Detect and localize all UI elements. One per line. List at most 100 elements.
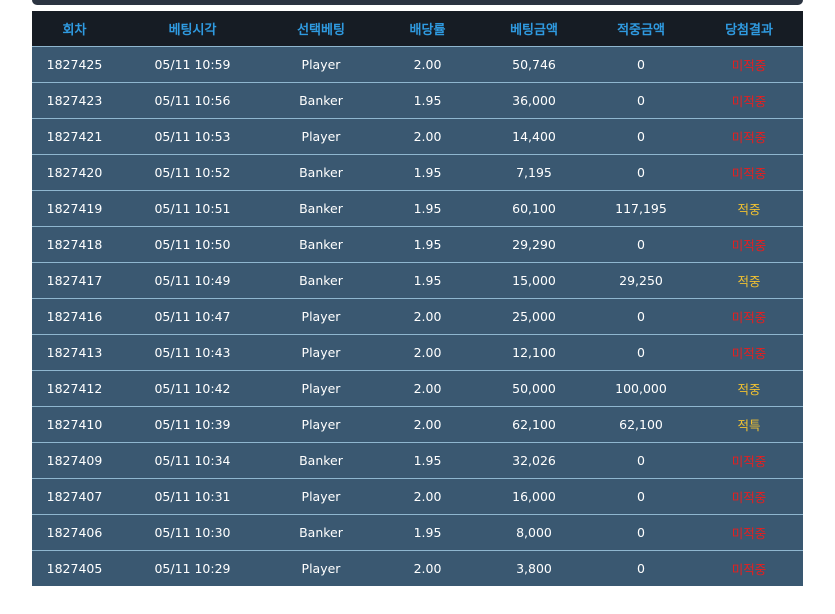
cell-round: 1827416 bbox=[46, 308, 103, 324]
cell-odds: 1.95 bbox=[413, 452, 442, 468]
cell-odds: 2.00 bbox=[413, 488, 442, 504]
table-row: 1827406 05/11 10:30 Banker 1.95 8,000 0 미적중 bbox=[32, 514, 803, 550]
cell-result: 미적중 bbox=[731, 237, 767, 253]
cell-bet-pick: Player bbox=[301, 56, 341, 72]
cell-odds: 2.00 bbox=[413, 344, 442, 360]
cell-result: 미적중 bbox=[731, 489, 767, 505]
header-row: 회차 베팅시각 선택베팅 배당률 베팅금액 적중금액 당첨결과 bbox=[32, 11, 803, 46]
cell-result: 미적중 bbox=[731, 309, 767, 325]
cell-win-amount: 0 bbox=[637, 560, 645, 576]
cell-result: 적중 bbox=[737, 273, 761, 289]
cell-bet-amount: 62,100 bbox=[512, 416, 556, 432]
cell-bet-pick: Banker bbox=[299, 524, 343, 540]
panel-top-border bbox=[32, 0, 803, 5]
cell-win-amount: 100,000 bbox=[615, 380, 667, 396]
cell-odds: 1.95 bbox=[413, 164, 442, 180]
cell-win-amount: 0 bbox=[637, 488, 645, 504]
cell-odds: 2.00 bbox=[413, 560, 442, 576]
cell-win-amount: 0 bbox=[637, 344, 645, 360]
table-row: 1827425 05/11 10:59 Player 2.00 50,746 0 미적중 bbox=[32, 46, 803, 82]
cell-bet-time: 05/11 10:39 bbox=[154, 416, 231, 432]
cell-round: 1827418 bbox=[46, 236, 103, 252]
table-row: 1827423 05/11 10:56 Banker 1.95 36,000 0 미적중 bbox=[32, 82, 803, 118]
cell-result: 미적중 bbox=[731, 561, 767, 577]
cell-win-amount: 0 bbox=[637, 128, 645, 144]
header-bet-amount: 베팅금액 bbox=[510, 22, 558, 38]
table-row: 1827412 05/11 10:42 Player 2.00 50,000 100,00… bbox=[32, 370, 803, 406]
cell-bet-amount: 50,746 bbox=[512, 56, 556, 72]
cell-odds: 2.00 bbox=[413, 380, 442, 396]
cell-bet-pick: Banker bbox=[299, 452, 343, 468]
header-win-amount: 적중금액 bbox=[617, 22, 665, 38]
cell-win-amount: 62,100 bbox=[619, 416, 663, 432]
cell-win-amount: 0 bbox=[637, 56, 645, 72]
cell-result: 미적중 bbox=[731, 57, 767, 73]
cell-odds: 1.95 bbox=[413, 92, 442, 108]
cell-round: 1827410 bbox=[46, 416, 103, 432]
cell-result: 적중 bbox=[737, 201, 761, 217]
cell-odds: 2.00 bbox=[413, 128, 442, 144]
cell-result: 미적중 bbox=[731, 453, 767, 469]
cell-bet-amount: 60,100 bbox=[512, 200, 556, 216]
cell-result: 미적중 bbox=[731, 345, 767, 361]
cell-bet-pick: Player bbox=[301, 488, 341, 504]
cell-bet-time: 05/11 10:53 bbox=[154, 128, 231, 144]
cell-bet-time: 05/11 10:50 bbox=[154, 236, 231, 252]
cell-bet-amount: 29,290 bbox=[512, 236, 556, 252]
cell-round: 1827406 bbox=[46, 524, 103, 540]
cell-bet-pick: Banker bbox=[299, 164, 343, 180]
cell-result: 미적중 bbox=[731, 129, 767, 145]
cell-bet-time: 05/11 10:49 bbox=[154, 272, 231, 288]
cell-result: 적중 bbox=[737, 381, 761, 397]
cell-round: 1827407 bbox=[46, 488, 103, 504]
cell-round: 1827412 bbox=[46, 380, 103, 396]
cell-bet-time: 05/11 10:52 bbox=[154, 164, 231, 180]
cell-bet-pick: Player bbox=[301, 416, 341, 432]
cell-odds: 1.95 bbox=[413, 200, 442, 216]
betting-history-panel: 회차 베팅시각 선택베팅 배당률 베팅금액 적중금액 당첨결과 1827425 0… bbox=[32, 0, 803, 614]
cell-odds: 1.95 bbox=[413, 524, 442, 540]
table-row: 1827419 05/11 10:51 Banker 1.95 60,100 117,19… bbox=[32, 190, 803, 226]
cell-win-amount: 0 bbox=[637, 92, 645, 108]
cell-bet-time: 05/11 10:56 bbox=[154, 92, 231, 108]
cell-win-amount: 0 bbox=[637, 236, 645, 252]
cell-round: 1827417 bbox=[46, 272, 103, 288]
cell-bet-amount: 12,100 bbox=[512, 344, 556, 360]
cell-bet-amount: 32,026 bbox=[512, 452, 556, 468]
cell-bet-pick: Banker bbox=[299, 236, 343, 252]
cell-win-amount: 0 bbox=[637, 452, 645, 468]
table-row: 1827410 05/11 10:39 Player 2.00 62,100 62,100… bbox=[32, 406, 803, 442]
cell-bet-time: 05/11 10:59 bbox=[154, 56, 231, 72]
cell-bet-pick: Banker bbox=[299, 200, 343, 216]
cell-round: 1827419 bbox=[46, 200, 103, 216]
cell-round: 1827420 bbox=[46, 164, 103, 180]
cell-win-amount: 29,250 bbox=[619, 272, 663, 288]
cell-bet-amount: 16,000 bbox=[512, 488, 556, 504]
table-header: 회차 베팅시각 선택베팅 배당률 베팅금액 적중금액 당첨결과 bbox=[32, 11, 803, 46]
cell-bet-pick: Player bbox=[301, 308, 341, 324]
table-row: 1827418 05/11 10:50 Banker 1.95 29,290 0 미적중 bbox=[32, 226, 803, 262]
table-row: 1827417 05/11 10:49 Banker 1.95 15,000 29,250… bbox=[32, 262, 803, 298]
cell-round: 1827423 bbox=[46, 92, 103, 108]
table-body: 1827425 05/11 10:59 Player 2.00 50,746 0 미적중 18… bbox=[32, 46, 803, 586]
cell-odds: 1.95 bbox=[413, 236, 442, 252]
cell-bet-amount: 14,400 bbox=[512, 128, 556, 144]
cell-bet-amount: 36,000 bbox=[512, 92, 556, 108]
cell-odds: 2.00 bbox=[413, 56, 442, 72]
cell-odds: 2.00 bbox=[413, 308, 442, 324]
table-row: 1827416 05/11 10:47 Player 2.00 25,000 0 미적중 bbox=[32, 298, 803, 334]
cell-win-amount: 0 bbox=[637, 308, 645, 324]
cell-result: 적특 bbox=[737, 417, 761, 433]
cell-bet-amount: 8,000 bbox=[516, 524, 552, 540]
cell-bet-amount: 7,195 bbox=[516, 164, 552, 180]
cell-bet-pick: Player bbox=[301, 560, 341, 576]
cell-bet-amount: 50,000 bbox=[512, 380, 556, 396]
table-row: 1827413 05/11 10:43 Player 2.00 12,100 0 미적중 bbox=[32, 334, 803, 370]
betting-history-table: 회차 베팅시각 선택베팅 배당률 베팅금액 적중금액 당첨결과 1827425 0… bbox=[32, 11, 803, 586]
cell-bet-time: 05/11 10:47 bbox=[154, 308, 231, 324]
cell-round: 1827413 bbox=[46, 344, 103, 360]
cell-odds: 2.00 bbox=[413, 416, 442, 432]
cell-bet-time: 05/11 10:42 bbox=[154, 380, 231, 396]
cell-bet-amount: 25,000 bbox=[512, 308, 556, 324]
cell-bet-time: 05/11 10:43 bbox=[154, 344, 231, 360]
